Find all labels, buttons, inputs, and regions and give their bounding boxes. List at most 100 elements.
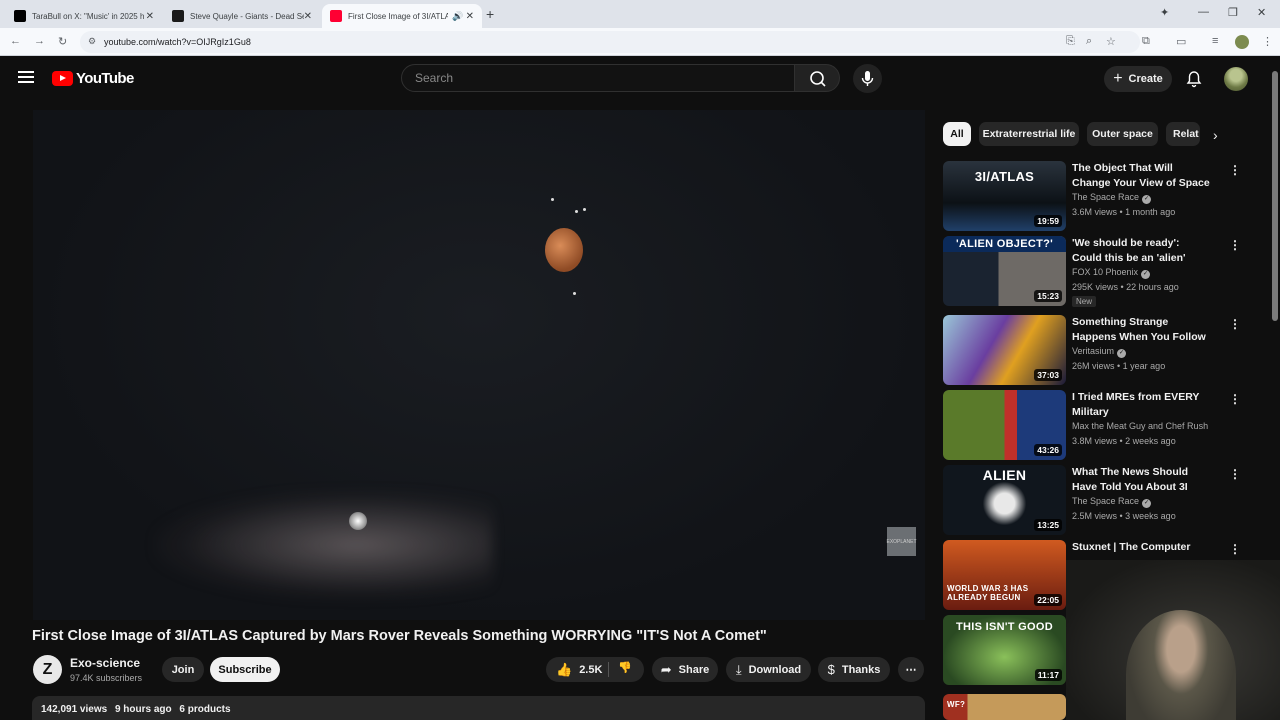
video-thumbnail[interactable]: 'ALIEN OBJECT?' 15:23 xyxy=(943,236,1066,306)
more-vert-icon[interactable]: ⋮ xyxy=(1229,163,1241,177)
like-icon[interactable]: 👍 xyxy=(556,662,572,678)
video-title[interactable]: Something Strange Happens When You Follo… xyxy=(1072,315,1212,345)
video-title[interactable]: What The News Should Have Told You About… xyxy=(1072,465,1212,495)
video-title[interactable]: I Tried MREs from EVERY Military xyxy=(1072,390,1212,419)
audio-playing-icon[interactable]: 🔊 xyxy=(452,11,463,22)
recommended-video[interactable]: 'ALIEN OBJECT?' 15:23 'We should be read… xyxy=(943,236,1243,307)
maximize-icon[interactable]: ❐ xyxy=(1228,6,1238,19)
channel-name[interactable]: Exo-science xyxy=(70,656,140,670)
reload-icon[interactable]: ↻ xyxy=(58,35,67,48)
video-duration: 19:59 xyxy=(1034,215,1062,227)
close-tab-icon[interactable]: ✕ xyxy=(304,11,312,22)
browser-tab-active[interactable]: First Close Image of 3I/ATLAS 🔊 ✕ xyxy=(322,4,482,28)
tab-title: TaraBull on X: "Music' in 2025 h xyxy=(32,11,145,21)
notifications-bell-icon[interactable] xyxy=(1185,70,1203,88)
dislike-icon[interactable]: 👎 xyxy=(618,661,632,674)
minimize-icon[interactable]: — xyxy=(1198,6,1209,18)
bookmark-star-icon[interactable]: ☆ xyxy=(1106,35,1116,48)
search-input[interactable]: Search xyxy=(401,64,795,92)
browser-tab[interactable]: Steve Quayle - Giants - Dead Sea ✕ xyxy=(164,4,320,28)
close-tab-icon[interactable]: ✕ xyxy=(466,11,474,22)
video-thumbnail[interactable]: THIS ISN'T GOOD 11:17 xyxy=(943,615,1066,685)
video-duration: 37:03 xyxy=(1034,369,1062,381)
channel-line[interactable]: Veritasium ✓ xyxy=(1072,346,1127,358)
forward-icon[interactable]: → xyxy=(34,35,45,47)
subscribe-button[interactable]: Subscribe xyxy=(210,657,280,682)
video-thumbnail[interactable]: 43:26 xyxy=(943,390,1066,460)
video-thumbnail[interactable]: 37:03 xyxy=(943,315,1066,385)
comet-glow xyxy=(153,490,493,600)
join-button[interactable]: Join xyxy=(162,657,204,682)
more-actions-button[interactable]: ⋯ xyxy=(898,657,924,682)
gemini-icon[interactable]: ✦ xyxy=(1160,6,1169,19)
video-player[interactable]: EXOPLANET xyxy=(33,110,925,620)
more-menu-icon[interactable]: ⋮ xyxy=(1262,35,1273,48)
account-avatar[interactable] xyxy=(1224,67,1248,91)
description-box[interactable]: 142,091 views 9 hours ago 6 products xyxy=(32,696,925,720)
channel-avatar[interactable]: Z xyxy=(33,655,62,684)
video-thumbnail[interactable]: WORLD WAR 3 HAS ALREADY BEGUN 22:05 xyxy=(943,540,1066,610)
channel-avatar-letter: Z xyxy=(42,660,53,678)
view-count: 142,091 views xyxy=(41,704,108,715)
video-title[interactable]: The Object That Will Change Your View of… xyxy=(1072,161,1212,191)
recommended-video[interactable]: ALIEN 13:25 What The News Should Have To… xyxy=(943,465,1243,535)
recommended-video[interactable]: 3I/ATLAS 19:59 The Object That Will Chan… xyxy=(943,161,1243,231)
chip-extraterrestrial-life[interactable]: Extraterrestrial life xyxy=(979,122,1079,146)
share-label: Share xyxy=(678,663,710,676)
video-duration: 11:17 xyxy=(1034,669,1062,681)
thanks-icon: $ xyxy=(827,662,835,677)
recommended-video[interactable]: 37:03 Something Strange Happens When You… xyxy=(943,315,1243,385)
voice-search-button[interactable] xyxy=(853,64,882,93)
extensions-icon[interactable]: ⧉ xyxy=(1142,35,1150,48)
video-thumbnail[interactable]: ALIEN 13:25 xyxy=(943,465,1066,535)
channel-line[interactable]: The Space Race ✓ xyxy=(1072,496,1152,508)
new-tab-button[interactable]: + xyxy=(486,6,494,22)
download-button[interactable]: ⤓ Download xyxy=(726,657,811,682)
channel-line[interactable]: FOX 10 Phoenix ✓ xyxy=(1072,267,1151,279)
more-vert-icon[interactable]: ⋮ xyxy=(1229,392,1241,406)
more-vert-icon[interactable]: ⋮ xyxy=(1229,467,1241,481)
video-thumbnail[interactable]: 3I/ATLAS 19:59 xyxy=(943,161,1066,231)
recommended-video[interactable]: 43:26 I Tried MREs from EVERY Military M… xyxy=(943,390,1243,460)
channel-name: Max the Meat Guy and Chef Rush xyxy=(1072,421,1209,431)
more-vert-icon[interactable]: ⋮ xyxy=(1229,542,1241,556)
chevron-right-icon[interactable]: › xyxy=(1213,127,1218,143)
profile-avatar[interactable] xyxy=(1235,35,1249,49)
thumbnail-text: 3I/ATLAS xyxy=(974,169,1035,184)
channel-line[interactable]: The Space Race ✓ xyxy=(1072,192,1152,204)
chip-all[interactable]: All xyxy=(943,122,971,146)
streamer-figure xyxy=(1126,610,1236,720)
cast-icon[interactable]: ▭ xyxy=(1176,35,1186,48)
page-scrollbar[interactable] xyxy=(1272,71,1278,321)
thanks-button[interactable]: $ Thanks xyxy=(818,657,890,682)
hamburger-menu-icon[interactable] xyxy=(18,71,34,83)
chip-related[interactable]: Relat xyxy=(1166,122,1200,146)
products-link[interactable]: 6 products xyxy=(179,704,230,715)
search-button[interactable] xyxy=(794,64,840,92)
site-info-icon[interactable]: ⚙ xyxy=(88,36,96,47)
share-button[interactable]: ➦ Share xyxy=(652,657,718,682)
video-title[interactable]: Stuxnet | The Computer Virus That Opened… xyxy=(1072,540,1212,555)
install-app-icon[interactable]: ⎘ xyxy=(1066,35,1075,48)
create-button[interactable]: + Create xyxy=(1104,66,1172,92)
video-duration: 43:26 xyxy=(1034,444,1062,456)
youtube-logo[interactable]: YouTube xyxy=(52,70,134,87)
close-tab-icon[interactable]: ✕ xyxy=(146,11,154,22)
tab-title: First Close Image of 3I/ATLAS xyxy=(348,11,448,21)
more-vert-icon[interactable]: ⋮ xyxy=(1229,317,1241,331)
browser-tab[interactable]: TaraBull on X: "Music' in 2025 h ✕ xyxy=(6,4,162,28)
video-thumbnail[interactable]: WF? xyxy=(943,694,1066,720)
close-window-icon[interactable]: ✕ xyxy=(1257,6,1266,19)
back-icon[interactable]: ← xyxy=(10,35,21,47)
like-count[interactable]: 2.5K xyxy=(579,664,602,676)
channel-line[interactable]: Max the Meat Guy and Chef Rush xyxy=(1072,421,1208,431)
channel-watermark[interactable]: EXOPLANET xyxy=(887,527,917,556)
reading-list-icon[interactable]: ≡ xyxy=(1212,35,1218,47)
video-title[interactable]: 'We should be ready': Could this be an '… xyxy=(1072,236,1212,266)
more-vert-icon[interactable]: ⋮ xyxy=(1229,238,1241,252)
zoom-icon[interactable]: ⌕ xyxy=(1086,35,1092,48)
browser-tab-bar: TaraBull on X: "Music' in 2025 h ✕ Steve… xyxy=(0,0,1280,28)
chip-outer-space[interactable]: Outer space xyxy=(1087,122,1158,146)
address-bar[interactable]: ⚙ youtube.com/watch?v=OIJRgIz1Gu8 xyxy=(80,31,1140,53)
search-placeholder: Search xyxy=(415,71,454,85)
